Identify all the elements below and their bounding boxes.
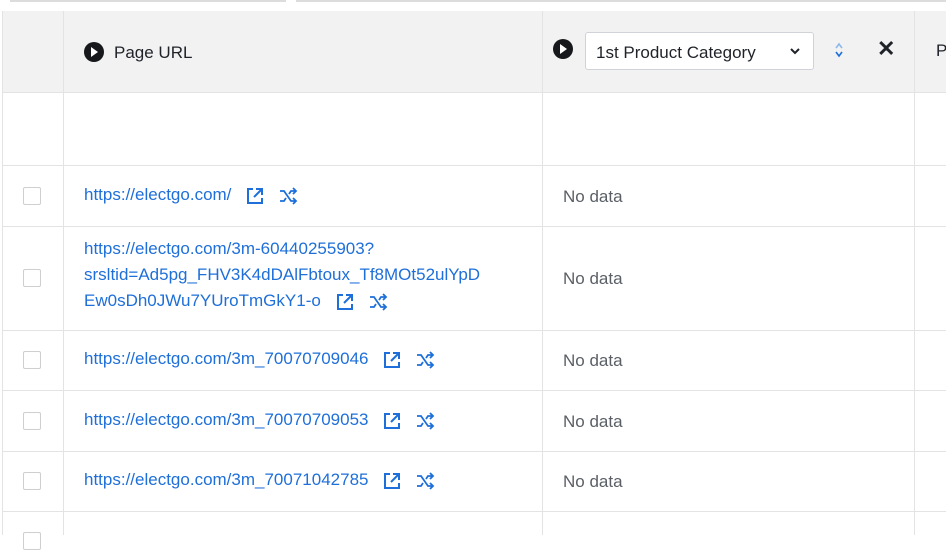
table-row: https://electgo.com/3m_70070709046 No da… [2,331,946,391]
table-header: Page URL 1st Product Category ✕ P [2,11,946,93]
external-link-icon[interactable] [335,292,355,312]
external-link-icon[interactable] [382,471,402,491]
next-column-header-label: P [936,41,946,60]
category-value: No data [563,412,623,431]
header-next-column: P [916,11,946,92]
page-url-link[interactable]: https://electgo.com/ [84,182,298,209]
page-url-link[interactable]: https://electgo.com/3m-60440255903? srsl… [84,236,480,315]
column-divider [2,11,3,535]
play-icon[interactable] [84,42,104,62]
row-checkbox[interactable] [23,412,41,430]
category-select[interactable]: 1st Product Category [585,32,814,70]
header-category: 1st Product Category ✕ [544,11,915,92]
page-url-text[interactable]: https://electgo.com/3m_70071042785 [84,467,435,494]
play-icon[interactable] [553,39,573,59]
page-url-line[interactable]: https://electgo.com/3m-60440255903? [84,236,480,262]
page-url-link[interactable]: https://electgo.com/3m_70071042785 [84,467,435,494]
page-url-text[interactable]: Ew0sDh0JWu7YUroTmGkY1-o [84,288,480,315]
external-link-icon[interactable] [382,411,402,431]
column-divider [542,11,543,535]
column-divider [63,11,64,535]
category-value: No data [563,187,623,206]
header-select-column [2,11,63,92]
table-row: https://electgo.com/3m_70071042785 No da… [2,452,946,512]
top-divider [296,0,946,2]
column-divider [914,11,915,535]
close-icon[interactable]: ✕ [877,38,895,60]
page-url-link[interactable]: https://electgo.com/3m_70070709046 [84,346,435,373]
page-url-text[interactable]: https://electgo.com/3m_70070709046 [84,346,435,373]
table-row-partial [2,512,946,552]
category-value: No data [563,351,623,370]
chevron-down-icon [790,48,800,55]
category-select-value: 1st Product Category [596,43,756,62]
row-checkbox[interactable] [23,187,41,205]
table-row: https://electgo.com/3m_70070709053 No da… [2,391,946,452]
top-divider [10,0,286,2]
page-url-header-label: Page URL [114,43,193,62]
category-value: No data [563,269,623,288]
page-url-text[interactable]: https://electgo.com/3m_70070709053 [84,407,435,434]
row-checkbox[interactable] [23,351,41,369]
shuffle-icon[interactable] [368,293,388,311]
shuffle-icon[interactable] [415,351,435,369]
shuffle-icon[interactable] [415,412,435,430]
external-link-icon[interactable] [245,186,265,206]
table-row: https://electgo.com/3m-60440255903? srsl… [2,227,946,331]
category-value: No data [563,472,623,491]
external-link-icon[interactable] [382,350,402,370]
filter-row [2,93,946,166]
top-strip [0,0,946,10]
shuffle-icon[interactable] [415,472,435,490]
header-page-url[interactable]: Page URL [64,11,543,92]
shuffle-icon[interactable] [278,187,298,205]
page-url-text[interactable]: https://electgo.com/ [84,182,298,209]
row-checkbox[interactable] [23,472,41,490]
table-row: https://electgo.com/ No data [2,166,946,227]
page-url-link[interactable]: https://electgo.com/3m_70070709053 [84,407,435,434]
page-url-line[interactable]: srsltid=Ad5pg_FHV3K4dDAlFbtoux_Tf8MOt52u… [84,262,480,288]
sort-icon[interactable] [833,42,845,58]
row-checkbox[interactable] [23,269,41,287]
